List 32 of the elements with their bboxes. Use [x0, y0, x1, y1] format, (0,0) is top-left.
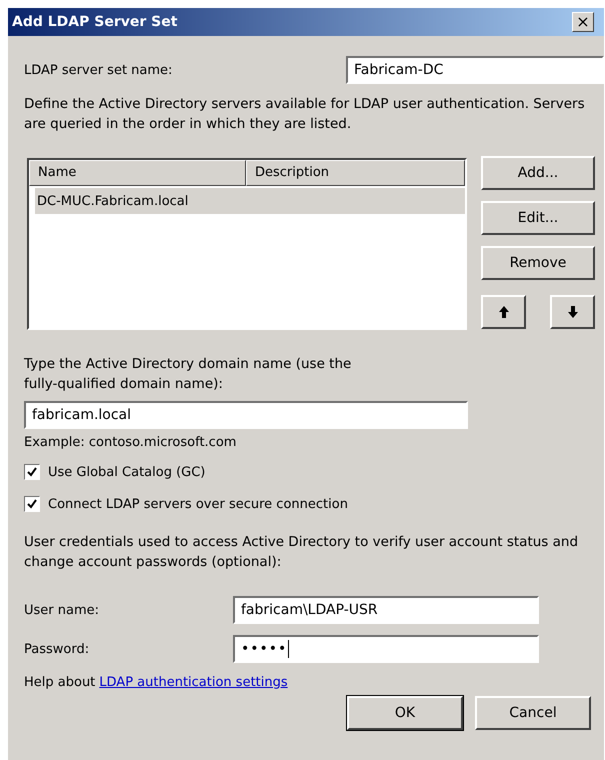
domain-field[interactable]: fabricam.local	[24, 401, 468, 429]
field-label: User name:	[24, 602, 100, 618]
checkbox[interactable]	[24, 464, 40, 480]
checkbox[interactable]	[24, 496, 40, 512]
field-label: LDAP server set name:	[24, 62, 172, 78]
credentials-text: User credentials used to access Active Directory to verify user account status and change account passwords (optional):	[24, 533, 580, 572]
cancel-button[interactable]: Cancel	[475, 696, 591, 730]
move-up-button[interactable]	[481, 295, 526, 329]
server-row[interactable]: DC-MUC.Fabricam.local	[35, 188, 465, 214]
list-button[interactable]: Edit...	[481, 201, 595, 235]
column-header[interactable]: Name	[29, 160, 246, 186]
help-text: Help about	[24, 675, 96, 690]
user-name-field[interactable]: fabricam\LDAP-USR	[233, 596, 539, 624]
domain-label: Type the Active Directory domain name (use the fully-qualified domain name):	[24, 355, 352, 394]
move-down-button[interactable]	[550, 295, 595, 329]
close-button[interactable]: ×	[572, 12, 594, 32]
example-text: Example: contoso.microsoft.com	[24, 435, 238, 450]
up-arrow-icon	[498, 306, 508, 318]
checkbox-label: Connect LDAP servers over secure connection	[48, 496, 348, 512]
column-header[interactable]: Description	[246, 160, 465, 186]
intro-text: Define the Active Directory servers available for LDAP user authentication. Servers are queried in the order in which they are listed.	[24, 95, 586, 134]
list-button[interactable]: Add...	[481, 156, 595, 190]
field-label: Password:	[24, 642, 90, 656]
table-cell-text: DC-MUC.Fabricam.local	[36, 194, 190, 208]
help-link[interactable]: LDAP authentication settings	[99, 675, 288, 690]
password-field[interactable]: •••••	[233, 635, 539, 663]
set-name-field[interactable]: Fabricam-DC	[346, 56, 604, 84]
list-button[interactable]: Remove	[481, 246, 595, 280]
down-arrow-icon	[568, 306, 578, 318]
window-title: Add LDAP Server Set	[12, 14, 178, 30]
checkbox-label: Use Global Catalog (GC)	[48, 464, 206, 480]
ok-button[interactable]: OK	[347, 696, 463, 730]
